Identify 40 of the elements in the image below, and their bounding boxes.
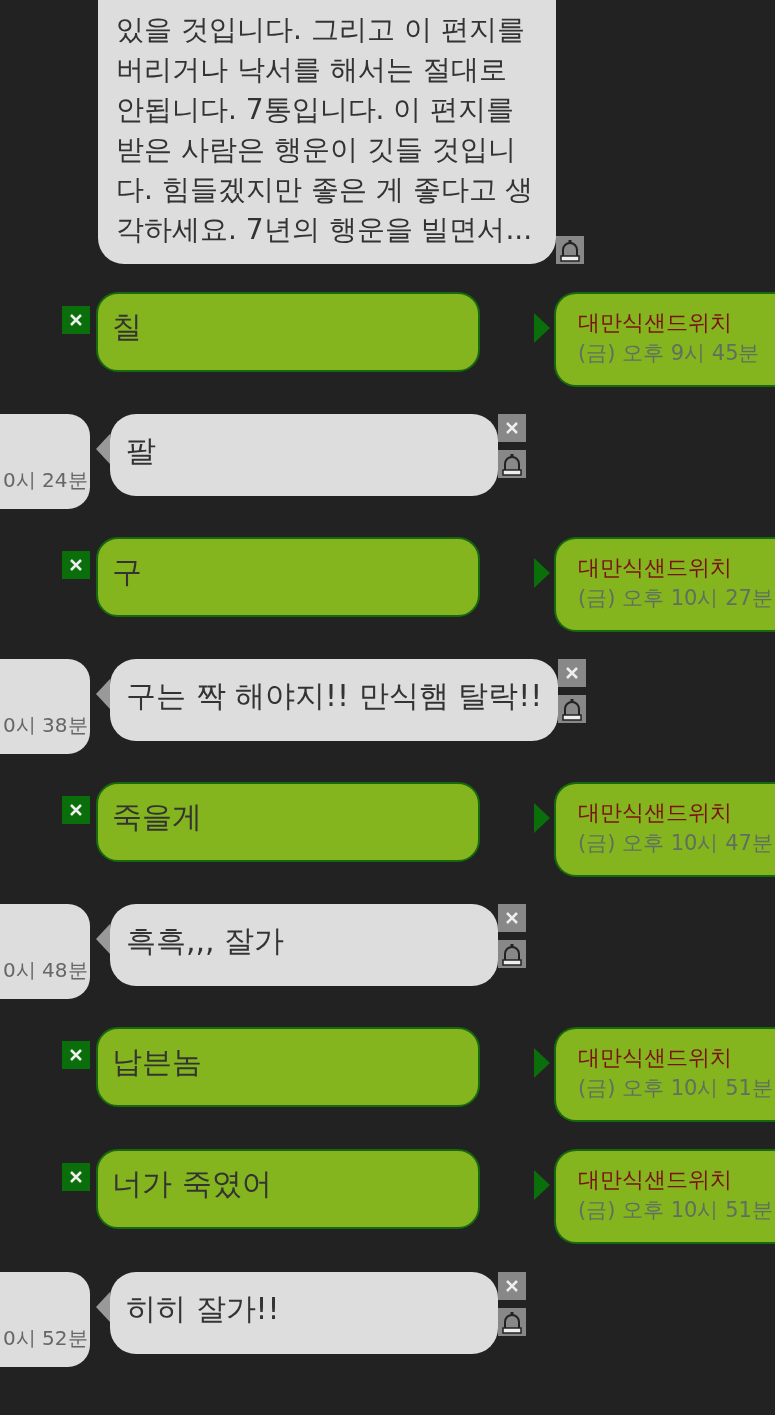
bell-icon[interactable]	[498, 940, 526, 968]
sender-name: 대만식샌드위치	[578, 308, 733, 337]
message-bubble: 있을 것입니다. 그리고 이 편지를 버리거나 낙서를 해서는 절대로 안됩니다. 7통입니다. 이 편지를 받은 사람은 행운이 깃들 것입니다. 힘들겠지만 좋은 게 좋다고 생각하세요. 7년의 행운을 빌면서...	[98, 0, 556, 264]
message-time: 0시 48분	[3, 957, 88, 984]
message-bubble: 납븐놈	[96, 1026, 480, 1107]
message-time: (금) 오후 10시 51분	[578, 1074, 774, 1102]
message-time: 0시 52분	[3, 1324, 88, 1352]
message-bubble: 팔	[110, 414, 498, 496]
close-icon[interactable]	[558, 659, 587, 687]
message-time: 0시 38분	[3, 712, 88, 739]
message-bubble: 죽을게	[96, 781, 480, 862]
close-icon[interactable]	[62, 305, 90, 334]
sender-name: 대만식샌드위치	[578, 553, 733, 582]
message-bubble: 구	[96, 536, 480, 617]
message-bubble: 히히 잘가!!	[110, 1271, 498, 1354]
pointer-arrow	[534, 1170, 550, 1200]
bell-icon[interactable]	[558, 695, 587, 723]
message-bubble: 칠	[96, 291, 480, 372]
message-bubble: 구는 짝 해야지!! 만식햄 탈락!!	[110, 659, 559, 741]
message-time: (금) 오후 10시 27분	[578, 584, 774, 612]
message-time: (금) 오후 10시 47분	[578, 829, 774, 857]
pointer-arrow	[534, 312, 550, 343]
message-time: (금) 오후 9시 45분	[578, 339, 761, 367]
message-bubble: 흑흑,,, 잘가	[110, 904, 498, 986]
pointer-arrow	[534, 1047, 550, 1078]
message-time: 0시 24분	[3, 467, 88, 494]
sender-name: 대만식샌드위치	[578, 798, 733, 827]
pointer-arrow	[534, 802, 550, 833]
bell-icon[interactable]	[498, 450, 526, 478]
close-icon[interactable]	[62, 795, 90, 824]
message-bubble: 너가 죽였어	[96, 1149, 480, 1229]
close-icon[interactable]	[62, 550, 90, 579]
sender-name: 대만식샌드위치	[578, 1043, 733, 1072]
pointer-arrow	[534, 557, 550, 588]
close-icon[interactable]	[498, 1271, 526, 1300]
bell-icon[interactable]	[498, 1307, 526, 1336]
sender-name: 대만식샌드위치	[578, 1166, 733, 1194]
message-time: (금) 오후 10시 51분	[578, 1197, 774, 1224]
close-icon[interactable]	[62, 1040, 90, 1069]
bell-icon[interactable]	[556, 236, 584, 264]
